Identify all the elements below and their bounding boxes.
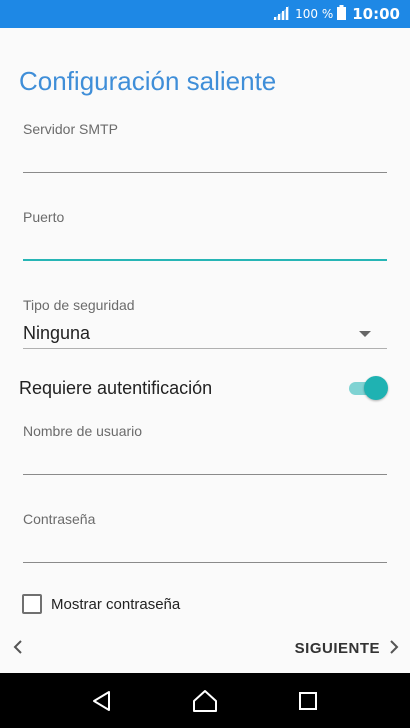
battery-percent: 100 % (295, 7, 334, 21)
smtp-server-field: Servidor SMTP (23, 121, 387, 173)
username-field: Nombre de usuario (23, 423, 387, 475)
back-icon[interactable] (82, 681, 122, 721)
next-button[interactable]: SIGUIENTE (295, 636, 400, 660)
smtp-server-label: Servidor SMTP (23, 121, 118, 137)
next-button-label: SIGUIENTE (294, 639, 380, 657)
password-field: Contraseña (23, 511, 387, 563)
next-chevron-icon (388, 636, 400, 660)
security-type-value: Ninguna (23, 323, 91, 343)
wizard-nav: SIGUIENTE (0, 628, 410, 668)
system-nav-bar (0, 673, 410, 728)
smtp-server-input[interactable] (23, 145, 387, 173)
page-title: Configuración saliente (19, 66, 277, 96)
dropdown-caret-icon (359, 330, 371, 337)
home-icon[interactable] (185, 681, 225, 721)
show-password-label: Mostrar contraseña (51, 595, 181, 613)
show-password-checkbox[interactable] (22, 594, 42, 614)
screen: 100 % 10:00 Configuración saliente Servi… (0, 0, 410, 728)
password-input[interactable] (23, 535, 387, 563)
recents-icon[interactable] (288, 681, 328, 721)
security-type-select[interactable]: Ninguna (23, 319, 387, 349)
port-input[interactable] (23, 233, 387, 261)
require-auth-toggle[interactable] (349, 376, 388, 400)
toggle-thumb (364, 376, 388, 400)
battery-icon (337, 4, 347, 24)
port-label: Puerto (23, 209, 65, 225)
port-field: Puerto (23, 209, 387, 261)
password-label: Contraseña (23, 511, 96, 527)
clock: 10:00 (352, 5, 400, 23)
require-auth-row: Requiere autentificación (19, 374, 388, 402)
username-label: Nombre de usuario (23, 423, 143, 439)
status-bar: 100 % 10:00 (0, 0, 410, 28)
signal-icon (273, 5, 290, 24)
require-auth-label: Requiere autentificación (19, 377, 213, 398)
security-type-field: Tipo de seguridad Ninguna (23, 297, 387, 349)
security-type-label: Tipo de seguridad (23, 297, 135, 313)
show-password-row[interactable]: Mostrar contraseña (22, 594, 180, 614)
username-input[interactable] (23, 447, 387, 475)
back-chevron-icon[interactable] (10, 636, 26, 660)
